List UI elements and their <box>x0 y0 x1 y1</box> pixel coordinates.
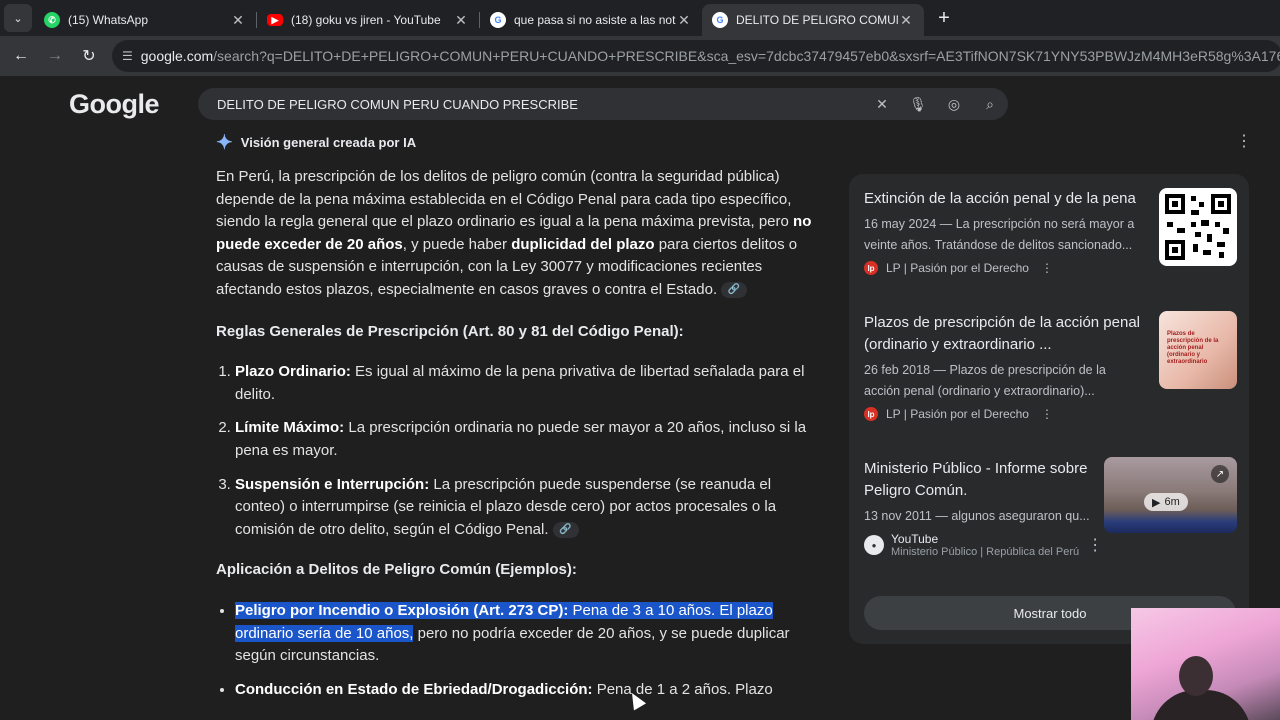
source-description: 16 may 2024 — La prescripción no será ma… <box>864 217 1135 252</box>
url-path: /search?q=DELITO+DE+PELIGRO+COMUN+PERU+C… <box>213 48 1280 64</box>
address-bar[interactable]: ☰ google.com/search?q=DELITO+DE+PELIGRO+… <box>112 40 1280 72</box>
more-options-icon[interactable]: ⋮ <box>1041 261 1053 275</box>
tab-google-active[interactable]: G DELITO DE PELIGRO COMUN PE ✕ <box>702 4 924 36</box>
source-site-name: LP | Pasión por el Derecho <box>886 261 1029 275</box>
qr-code-icon <box>1165 194 1231 260</box>
rule-term: Suspensión e Interrupción: <box>235 475 430 493</box>
rules-list: Plazo Ordinario: Es igual al máximo de l… <box>235 361 816 541</box>
list-item: Límite Máximo: La prescripción ordinaria… <box>235 417 816 462</box>
source-description: 26 feb 2018 — Plazos de prescripción de … <box>864 363 1106 398</box>
more-options-icon[interactable]: ⋮ <box>1087 535 1103 555</box>
rule-term: Plazo Ordinario: <box>235 363 351 381</box>
ai-overview-title: Visión general creada por IA <box>240 135 417 150</box>
google-icon: G <box>490 12 506 28</box>
video-duration: ▶ 6m <box>1144 493 1188 511</box>
search-icon[interactable]: ⌕ <box>972 88 1008 120</box>
source-channel-name: Ministerio Público | República del Perú <box>891 546 1080 558</box>
list-item: Peligro por Incendio o Explosión (Art. 2… <box>235 600 816 668</box>
list-item: Plazo Ordinario: Es igual al máximo de l… <box>235 361 816 406</box>
ai-overview-body: En Perú, la prescripción de los delitos … <box>216 166 816 712</box>
search-input[interactable]: DELITO DE PELIGRO COMUN PERU CUANDO PRES… <box>217 97 864 112</box>
example-text: Pena de 1 a 2 años. Plazo <box>592 680 773 698</box>
reload-button[interactable]: ↻ <box>72 39 106 73</box>
clear-icon[interactable]: ✕ <box>864 88 900 120</box>
source-title[interactable]: Plazos de prescripción de la acción pena… <box>864 312 1154 356</box>
rules-heading: Reglas Generales de Prescripción (Art. 8… <box>216 322 684 340</box>
tab-title: (15) WhatsApp <box>68 13 149 27</box>
more-options-icon[interactable]: ⋮ <box>1041 407 1053 421</box>
plus-icon: + <box>938 6 950 29</box>
link-icon[interactable]: 🔗 <box>552 521 579 538</box>
link-icon[interactable]: 🔗 <box>721 282 748 298</box>
examples-list: Peligro por Incendio o Explosión (Art. 2… <box>235 600 816 701</box>
lens-icon[interactable]: ◎ <box>936 88 972 120</box>
whatsapp-icon: ✆ <box>44 12 60 28</box>
more-options-icon[interactable]: ⋮ <box>1236 131 1252 151</box>
close-icon[interactable]: ✕ <box>230 12 246 29</box>
youtube-icon: ▶ <box>267 14 283 26</box>
expand-icon[interactable]: ↗ <box>1211 465 1229 483</box>
source-title[interactable]: Extinción de la acción penal y de la pen… <box>864 188 1149 210</box>
source-title[interactable]: Ministerio Público - Informe sobre Pelig… <box>864 458 1094 502</box>
source-site-name: YouTube <box>891 532 939 546</box>
rule-term: Límite Máximo: <box>235 419 345 437</box>
tab-title: DELITO DE PELIGRO COMUN PE <box>736 13 898 27</box>
example-term: Peligro por Incendio o Explosión (Art. 2… <box>235 601 569 619</box>
tab-google-notificaciones[interactable]: G que pasa si no asiste a las notifi ✕ <box>480 4 702 36</box>
lp-logo-icon: lp <box>864 261 878 275</box>
reload-icon: ↻ <box>82 48 96 65</box>
intro-text: En Perú, la prescripción de los delitos … <box>216 168 794 231</box>
examples-heading: Aplicación a Delitos de Peligro Común (E… <box>216 561 577 579</box>
thumbnail-caption: Plazos de prescripción de la acción pena… <box>1167 331 1219 365</box>
close-icon[interactable]: ✕ <box>898 12 914 29</box>
source-site-name: LP | Pasión por el Derecho <box>886 407 1029 421</box>
source-site: lp LP | Pasión por el Derecho ⋮ <box>864 407 1236 421</box>
site-info-icon[interactable]: ☰ <box>122 49 133 63</box>
intro-bold: duplicidad del plazo <box>511 235 655 253</box>
tab-title: que pasa si no asiste a las notifi <box>514 13 676 27</box>
new-tab-button[interactable]: + <box>930 4 958 32</box>
tab-strip: ⌄ ✆ (15) WhatsApp ✕ ▶ (18) goku vs jiren… <box>0 0 1280 36</box>
tab-whatsapp[interactable]: ✆ (15) WhatsApp ✕ <box>34 4 256 36</box>
back-button[interactable]: ← <box>4 39 38 73</box>
url-host: google.com <box>140 48 214 64</box>
source-description: 13 nov 2011 — algunos aseguraron qu... <box>864 509 1090 523</box>
intro-text: , y puede haber <box>402 235 512 253</box>
microphone-icon[interactable]: 🎙 <box>900 88 936 120</box>
list-item: Suspensión e Interrupción: La prescripci… <box>235 474 816 542</box>
person-head <box>1179 656 1213 696</box>
example-term: Conducción en Estado de Ebriedad/Drogadi… <box>235 680 593 698</box>
sparkle-icon: ✦ <box>216 132 233 154</box>
search-box[interactable]: DELITO DE PELIGRO COMUN PERU CUANDO PRES… <box>198 88 1008 120</box>
tab-search-button[interactable]: ⌄ <box>4 4 32 32</box>
tab-title: (18) goku vs jiren - YouTube <box>291 13 441 27</box>
sources-panel: Extinción de la acción penal y de la pen… <box>849 174 1249 644</box>
lp-logo-icon: lp <box>864 407 878 421</box>
intro-paragraph: En Perú, la prescripción de los delitos … <box>216 166 816 302</box>
channel-avatar: ● <box>864 535 884 555</box>
webcam-overlay <box>1131 608 1280 720</box>
source-site: ● YouTube Ministerio Público | República… <box>864 532 1236 558</box>
video-thumbnail[interactable]: ▶ 6m ↗ <box>1104 457 1237 533</box>
arrow-left-icon: ← <box>13 47 29 64</box>
arrow-right-icon: → <box>47 47 63 64</box>
close-icon[interactable]: ✕ <box>676 12 692 29</box>
forward-button[interactable]: → <box>38 39 72 73</box>
close-icon[interactable]: ✕ <box>453 12 469 29</box>
article-thumbnail[interactable]: Plazos de prescripción de la acción pena… <box>1159 311 1237 389</box>
google-logo[interactable]: Google <box>69 89 160 120</box>
list-item: Conducción en Estado de Ebriedad/Drogadi… <box>235 679 816 702</box>
duration-label: 6m <box>1164 496 1180 508</box>
chevron-down-icon: ⌄ <box>13 12 23 25</box>
browser-toolbar: ← → ↻ ☰ google.com/search?q=DELITO+DE+PE… <box>0 36 1280 76</box>
google-icon: G <box>712 12 728 28</box>
tab-youtube[interactable]: ▶ (18) goku vs jiren - YouTube ✕ <box>257 4 479 36</box>
play-icon: ▶ <box>1152 496 1161 509</box>
ai-overview-header: ✦ Visión general creada por IA <box>216 130 416 155</box>
qr-code-thumbnail[interactable] <box>1159 188 1237 266</box>
